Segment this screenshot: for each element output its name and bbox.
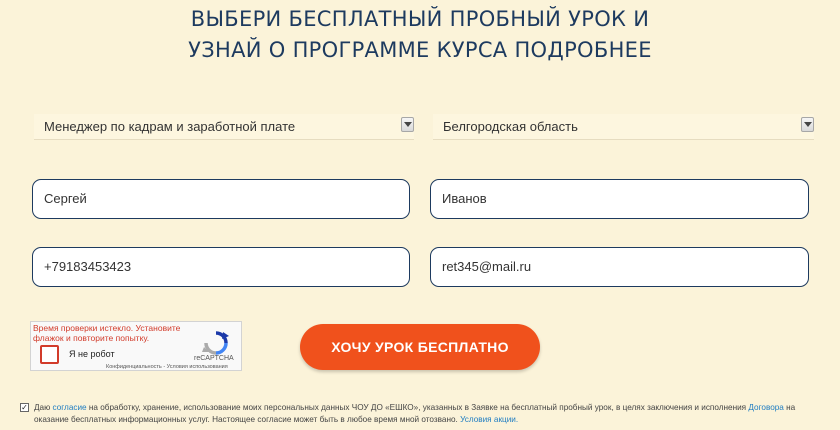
recaptcha-widget: Время проверки истекло. Установите флажо… (30, 321, 242, 371)
last-name-field[interactable]: Иванов (430, 179, 809, 219)
region-select[interactable]: Белгородская область (433, 114, 814, 140)
captcha-error: Время проверки истекло. Установите флажо… (33, 323, 181, 343)
consent-text: Даю согласие на обработку, хранение, исп… (34, 403, 796, 424)
heading-line-2: УЗНАЙ О ПРОГРАММЕ КУРСА ПОДРОБНЕЕ (188, 38, 652, 62)
captcha-checkbox[interactable] (40, 345, 59, 364)
submit-button[interactable]: ХОЧУ УРОК БЕСПЛАТНО (300, 324, 540, 370)
phone-field[interactable]: +79183453423 (32, 247, 410, 287)
email-field[interactable]: ret345@mail.ru (430, 247, 809, 287)
consent-checkbox[interactable]: ✓ (20, 403, 29, 412)
course-select[interactable]: Менеджер по кадрам и заработной плате (34, 114, 414, 140)
captcha-label: Я не робот (69, 349, 115, 359)
recaptcha-logo-icon (202, 331, 229, 355)
promo-terms-link[interactable]: Условия акции. (460, 415, 518, 424)
heading-line-1: ВЫБЕРИ БЕСПЛАТНЫЙ ПРОБНЫЙ УРОК И (190, 7, 650, 31)
page-heading: ВЫБЕРИ БЕСПЛАТНЫЙ ПРОБНЫЙ УРОК И УЗНАЙ О… (0, 4, 840, 66)
consent-block: ✓ Даю согласие на обработку, хранение, и… (20, 402, 828, 426)
chevron-down-icon[interactable] (801, 117, 814, 132)
contract-link[interactable]: Договора (748, 403, 783, 412)
chevron-down-icon[interactable] (401, 117, 414, 132)
region-select-value: Белгородская область (443, 119, 578, 134)
consent-link[interactable]: согласие (53, 403, 87, 412)
captcha-brand: reCAPTCHA (194, 355, 234, 362)
first-name-field[interactable]: Сергей (32, 179, 410, 219)
captcha-links[interactable]: Конфиденциальность - Условия использован… (106, 364, 228, 370)
course-select-value: Менеджер по кадрам и заработной плате (44, 119, 296, 134)
